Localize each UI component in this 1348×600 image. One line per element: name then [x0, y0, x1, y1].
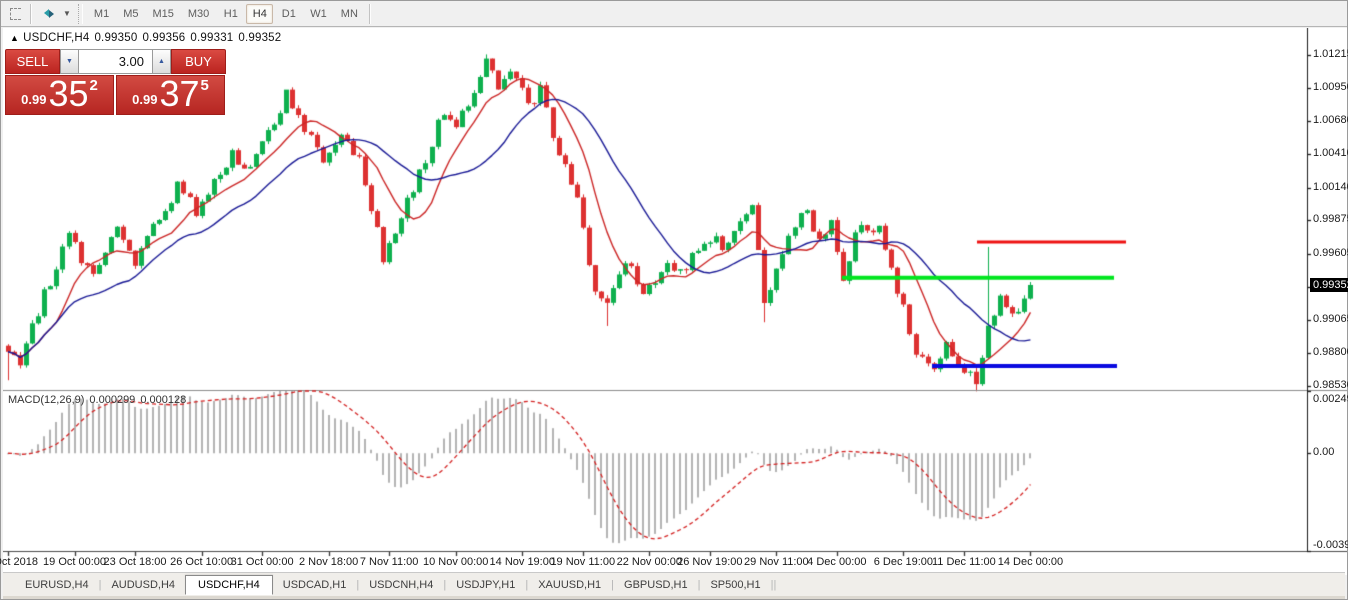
status-strip	[3, 596, 1345, 599]
macd-axis-tick: 0.00	[1313, 446, 1348, 458]
timeframe-button-h4[interactable]: H4	[246, 4, 273, 24]
current-price-label: 0.99352	[1310, 278, 1348, 292]
timeframe-button-h1[interactable]: H1	[217, 4, 244, 24]
date-axis-label: 10 Nov 00:00	[423, 556, 488, 568]
timeframe-button-m5[interactable]: M5	[117, 4, 144, 24]
toolbar-separator	[369, 4, 370, 24]
charts-arrange-caret[interactable]: ▼	[60, 9, 74, 18]
date-axis-label: 4 Dec 00:00	[807, 556, 866, 568]
timeframe-button-m30[interactable]: M30	[182, 4, 215, 24]
chart-area: ▲USDCHF,H40.993500.993560.993310.99352 S…	[3, 28, 1345, 569]
timeframe-button-m1[interactable]: M1	[88, 4, 115, 24]
pane-splitter[interactable]	[3, 388, 1307, 393]
charts-arrange-icon[interactable]	[38, 4, 60, 24]
chart-tab-sp500[interactable]: SP500,H1	[700, 576, 770, 594]
sell-price-sup: 2	[90, 77, 98, 94]
chart-tab-usdjpy[interactable]: USDJPY,H1	[446, 576, 525, 594]
chart-tab-usdcnh[interactable]: USDCNH,H4	[359, 576, 443, 594]
chart-tab-usdcad[interactable]: USDCAD,H1	[273, 576, 357, 594]
price-axis-tick: 0.99605	[1313, 247, 1348, 259]
date-axis-label: 14 Nov 19:00	[490, 556, 555, 568]
date-axis-label: 2 Nov 18:00	[299, 556, 358, 568]
price-axis-tick: 1.00680	[1313, 114, 1348, 126]
buy-price-prefix: 0.99	[132, 92, 157, 107]
sell-price-box[interactable]: 0.99 35 2	[5, 75, 114, 115]
collapse-panel-arrow[interactable]: ▲	[10, 33, 19, 43]
date-axis-label: 26 Oct 10:00	[170, 556, 233, 568]
price-axis-tick: 1.00140	[1313, 181, 1348, 193]
chart-shift-glyph	[10, 8, 21, 20]
quote-high: 0.99356	[142, 32, 185, 44]
timeframe-button-d1[interactable]: D1	[275, 4, 302, 24]
chart-shift-icon[interactable]	[4, 4, 26, 24]
date-axis-label: 11 Dec 11:00	[932, 556, 996, 568]
date-axis-label: 19 Nov 11:00	[550, 556, 615, 568]
timeframe-toolbar: ▼ M1M5M15M30H1H4D1W1MN	[1, 1, 1347, 27]
macd-value-signal: 0.000128	[140, 394, 186, 406]
quote-open: 0.99350	[94, 32, 137, 44]
macd-value-main: 0.000299	[89, 394, 135, 406]
date-axis-label: 22 Nov 00:00	[617, 556, 682, 568]
date-axis-label: 7 Nov 11:00	[360, 556, 419, 568]
buy-button[interactable]: BUY	[171, 49, 226, 74]
price-axis-tick: 1.01215	[1313, 48, 1348, 60]
date-axis-label: 16 Oct 2018	[0, 556, 38, 568]
price-axis-tick: 0.98530	[1313, 379, 1348, 391]
volume-increase-button[interactable]: ▲	[152, 49, 171, 74]
buy-price-sup: 5	[201, 77, 209, 94]
price-axis-tick: 0.98800	[1313, 346, 1348, 358]
date-axis-label: 23 Oct 18:00	[104, 556, 167, 568]
timeframe-buttons: M1M5M15M30H1H4D1W1MN	[87, 4, 365, 24]
timeframe-button-m15[interactable]: M15	[146, 4, 179, 24]
chart-tab-audusd[interactable]: AUDUSD,H4	[101, 576, 185, 594]
price-axis-tick: 0.99065	[1313, 313, 1348, 325]
macd-name: MACD(12,26,9)	[8, 394, 84, 406]
sell-price-prefix: 0.99	[21, 92, 46, 107]
quote-close: 0.99352	[238, 32, 281, 44]
tab-separator: |	[773, 579, 776, 591]
chart-symbol: USDCHF,H4	[23, 32, 89, 44]
date-axis-label: 29 Nov 11:00	[744, 556, 809, 568]
macd-axis-tick: 0.002492	[1313, 393, 1348, 405]
chart-tab-usdchf[interactable]: USDCHF,H4	[185, 575, 273, 595]
date-axis-label: 14 Dec 00:00	[998, 556, 1063, 568]
toolbar-grip[interactable]	[78, 4, 83, 24]
buy-price-big: 37	[159, 77, 199, 111]
date-axis-label: 6 Dec 19:00	[874, 556, 933, 568]
chart-tab-gbpusd[interactable]: GBPUSD,H1	[614, 576, 698, 594]
macd-indicator-label: MACD(12,26,9) 0.000299 0.000128	[8, 394, 191, 406]
macd-axis-tick: -0.003913	[1313, 539, 1348, 551]
date-axis-label: 26 Nov 19:00	[677, 556, 742, 568]
volume-input[interactable]	[79, 49, 152, 74]
sell-button[interactable]: SELL	[5, 49, 60, 74]
chart-tab-xauusd[interactable]: XAUUSD,H1	[528, 576, 611, 594]
quote-low: 0.99331	[190, 32, 233, 44]
sell-price-big: 35	[48, 77, 88, 111]
price-axis-tick: 1.00410	[1313, 147, 1348, 159]
chart-ohlc-header: ▲ USDCHF,H4 0.99350 0.99356 0.99331 0.99352	[10, 32, 286, 44]
charts-arrange-glyph	[42, 7, 56, 20]
timeframe-button-mn[interactable]: MN	[335, 4, 364, 24]
date-axis-label: 31 Oct 00:00	[231, 556, 294, 568]
one-click-trade-panel: SELL ▼ ▲ BUY 0.99 35 2 0.99 37 5	[5, 49, 226, 115]
toolbar-separator	[30, 4, 31, 24]
price-axis-tick: 1.00950	[1313, 81, 1348, 93]
buy-price-box[interactable]: 0.99 37 5	[116, 75, 225, 115]
chart-tab-eurusd[interactable]: EURUSD,H4	[15, 576, 99, 594]
terminal-window: ▼ M1M5M15M30H1H4D1W1MN ▲USDCHF,H40.99350…	[0, 0, 1348, 600]
timeframe-button-w1[interactable]: W1	[304, 4, 333, 24]
price-axis-tick: 0.99875	[1313, 213, 1348, 225]
date-axis-label: 19 Oct 00:00	[43, 556, 106, 568]
volume-decrease-button[interactable]: ▼	[60, 49, 79, 74]
chart-tabbar: EURUSD,H4|AUDUSD,H4USDCHF,H4USDCAD,H1|US…	[3, 572, 1345, 596]
